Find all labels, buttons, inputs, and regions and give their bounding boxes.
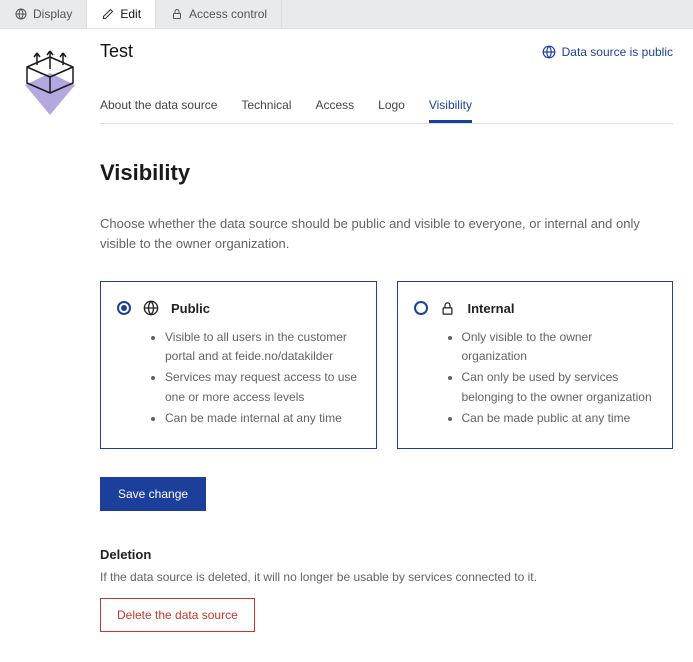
subtab-visibility[interactable]: Visibility xyxy=(429,90,472,123)
subtab-technical[interactable]: Technical xyxy=(241,90,291,123)
globe-icon xyxy=(542,45,556,59)
save-button[interactable]: Save change xyxy=(100,477,206,511)
public-badge-label: Data source is public xyxy=(562,45,673,59)
page-title: Test xyxy=(100,41,133,62)
option-public-label: Public xyxy=(171,301,210,316)
header-row: Test Data source is public About the dat… xyxy=(0,29,693,124)
visibility-intro: Choose whether the data source should be… xyxy=(100,214,640,253)
list-item: Can only be used by services belonging t… xyxy=(462,368,657,406)
delete-button[interactable]: Delete the data source xyxy=(100,598,255,632)
option-public[interactable]: Public Visible to all users in the custo… xyxy=(100,281,377,449)
subtab-logo[interactable]: Logo xyxy=(378,90,405,123)
subtabs: About the data source Technical Access L… xyxy=(100,90,673,124)
lock-icon xyxy=(440,300,456,316)
main-content: Visibility Choose whether the data sourc… xyxy=(0,124,693,662)
visibility-options: Public Visible to all users in the custo… xyxy=(100,281,673,449)
list-item: Visible to all users in the customer por… xyxy=(165,328,360,366)
visibility-heading: Visibility xyxy=(100,160,673,186)
option-internal[interactable]: Internal Only visible to the owner organ… xyxy=(397,281,674,449)
globe-icon xyxy=(14,8,27,21)
radio-public[interactable] xyxy=(117,301,131,315)
subtab-access[interactable]: Access xyxy=(315,90,354,123)
globe-icon xyxy=(143,300,159,316)
lock-icon xyxy=(170,8,183,21)
radio-internal[interactable] xyxy=(414,301,428,315)
deletion-section: Deletion If the data source is deleted, … xyxy=(100,547,673,632)
list-item: Can be made public at any time xyxy=(462,409,657,428)
tab-display-label: Display xyxy=(33,7,72,21)
tab-access-control[interactable]: Access control xyxy=(156,0,282,28)
logo-cell xyxy=(0,41,100,119)
list-item: Services may request access to use one o… xyxy=(165,368,360,406)
tab-edit-label: Edit xyxy=(120,7,141,21)
tab-display[interactable]: Display xyxy=(0,0,87,28)
list-item: Only visible to the owner organization xyxy=(462,328,657,366)
datasource-logo-icon xyxy=(19,49,81,119)
pencil-icon xyxy=(101,8,114,21)
tab-access-label: Access control xyxy=(189,7,267,21)
deletion-heading: Deletion xyxy=(100,547,673,562)
public-badge: Data source is public xyxy=(542,45,673,59)
option-internal-label: Internal xyxy=(468,301,515,316)
top-tabs: Display Edit Access control xyxy=(0,0,693,29)
tab-edit[interactable]: Edit xyxy=(87,0,156,28)
subtab-about[interactable]: About the data source xyxy=(100,90,217,123)
list-item: Can be made internal at any time xyxy=(165,409,360,428)
